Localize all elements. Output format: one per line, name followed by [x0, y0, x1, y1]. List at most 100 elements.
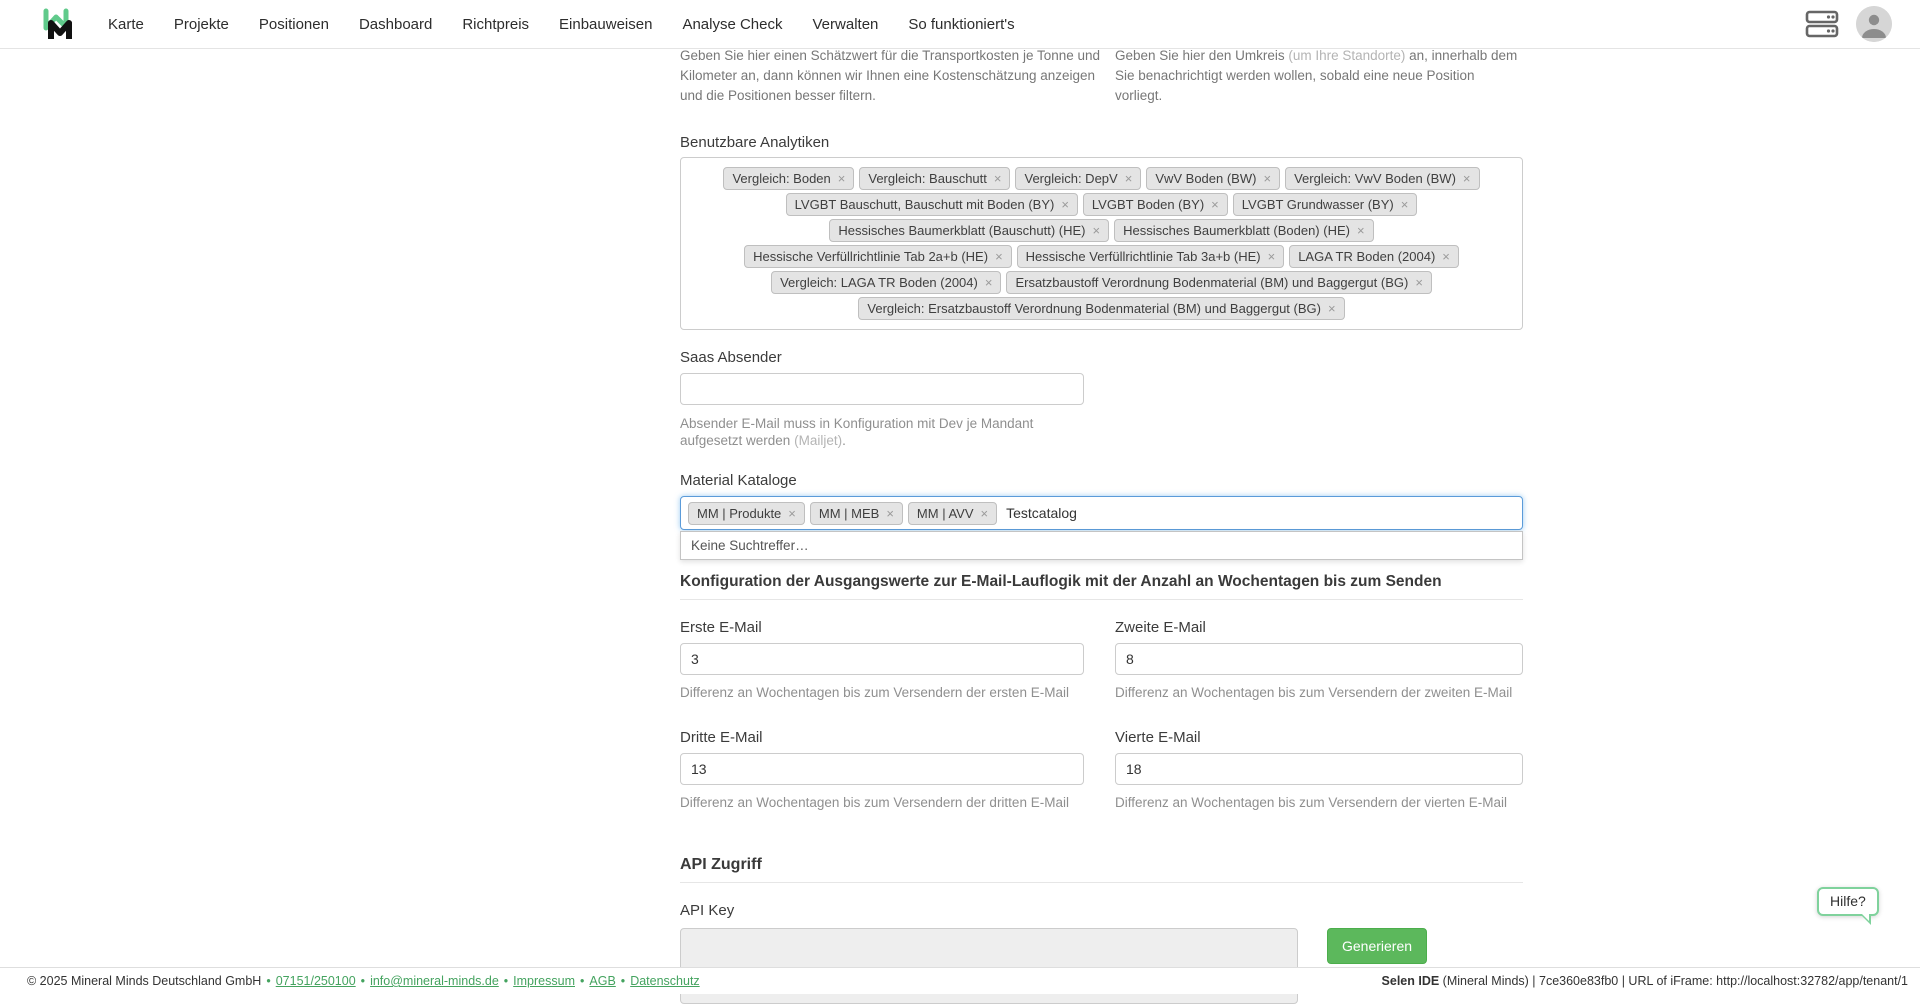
saas-sender-help: Absender E-Mail muss in Konfiguration mi…: [680, 415, 1090, 449]
analytics-label: Benutzbare Analytiken: [680, 134, 1523, 151]
tag-remove-icon[interactable]: ×: [1263, 172, 1271, 185]
tag[interactable]: VwV Boden (BW) ×: [1146, 167, 1280, 190]
footer-link[interactable]: AGB: [589, 974, 615, 988]
tag-row: LVGBT Bauschutt, Bauschutt mit Boden (BY…: [686, 193, 1517, 216]
material-catalogs-input[interactable]: MM | Produkte×MM | MEB×MM | AVV× Testcat…: [680, 496, 1523, 530]
tag-remove-icon[interactable]: ×: [1442, 250, 1450, 263]
tag[interactable]: Vergleich: LAGA TR Boden (2004)×: [771, 271, 1001, 294]
tag[interactable]: LVGBT Bauschutt, Bauschutt mit Boden (BY…: [786, 193, 1078, 216]
email-field-label: Dritte E-Mail: [680, 729, 1084, 746]
email-field-block: Erste E-MailDifferenz an Wochentagen bis…: [680, 619, 1084, 701]
tag[interactable]: LAGA TR Boden (2004)×: [1289, 245, 1459, 268]
footer-left: © 2025 Mineral Minds Deutschland GmbH • 0…: [27, 974, 700, 988]
tag[interactable]: Vergleich: DepV ×: [1015, 167, 1141, 190]
tag-label: VwV Boden (BW): [1155, 171, 1256, 186]
tag-label: LVGBT Boden (BY): [1092, 197, 1204, 212]
tag-label: Vergleich: VwV Boden (BW): [1294, 171, 1456, 186]
email-days-input[interactable]: [680, 643, 1084, 675]
email-days-input[interactable]: [680, 753, 1084, 785]
tag[interactable]: LVGBT Boden (BY) ×: [1083, 193, 1228, 216]
tag-remove-icon[interactable]: ×: [1268, 250, 1276, 263]
tag-label: MM | MEB: [819, 506, 879, 521]
material-search-query[interactable]: Testcatalog: [1006, 505, 1077, 521]
tag-label: Hessische Verfüllrichtlinie Tab 2a+b (HE…: [753, 249, 988, 264]
help-button[interactable]: Hilfe?: [1817, 887, 1879, 916]
tag[interactable]: LVGBT Grundwasser (BY) ×: [1233, 193, 1418, 216]
email-field-block: Vierte E-Mail Differenz an Wochentagen bi…: [1115, 729, 1523, 811]
tag[interactable]: Hessisches Baumerkblatt (Boden) (HE)×: [1114, 219, 1373, 242]
tag-remove-icon[interactable]: ×: [1463, 172, 1471, 185]
tag-remove-icon[interactable]: ×: [1328, 302, 1336, 315]
material-search-dropdown: Keine Suchtreffer…: [680, 531, 1523, 560]
tag[interactable]: Vergleich: Ersatzbaustoff Verordnung Bod…: [858, 297, 1344, 320]
tag-remove-icon[interactable]: ×: [1125, 172, 1133, 185]
nav-item[interactable]: Projekte: [174, 16, 229, 33]
tag[interactable]: Hessische Verfüllrichtlinie Tab 2a+b (HE…: [744, 245, 1012, 268]
footer-separator: •: [580, 974, 584, 988]
email-field-help: Differenz an Wochentagen bis zum Versend…: [1115, 794, 1523, 811]
tag-remove-icon[interactable]: ×: [1211, 198, 1219, 211]
tag-row: Vergleich: Ersatzbaustoff Verordnung Bod…: [686, 297, 1517, 320]
user-avatar-icon[interactable]: [1856, 6, 1892, 42]
radius-help-text: Geben Sie hier den Umkreis (um Ihre Stan…: [1115, 46, 1523, 106]
tag-remove-icon[interactable]: ×: [995, 250, 1003, 263]
nav-item[interactable]: Verwalten: [813, 16, 879, 33]
footer-link[interactable]: 07151/250100: [276, 974, 356, 988]
footer-separator: •: [621, 974, 625, 988]
tag[interactable]: Vergleich: VwV Boden (BW) ×: [1285, 167, 1479, 190]
tag-remove-icon[interactable]: ×: [838, 172, 846, 185]
tag[interactable]: Vergleich: Bauschutt×: [859, 167, 1010, 190]
tag-label: Vergleich: Ersatzbaustoff Verordnung Bod…: [867, 301, 1321, 316]
tag-remove-icon[interactable]: ×: [1357, 224, 1365, 237]
nav-item[interactable]: Einbauweisen: [559, 16, 652, 33]
material-catalogs-label: Material Kataloge: [680, 472, 1523, 489]
email-config-grid: Erste E-MailDifferenz an Wochentagen bis…: [680, 619, 1523, 811]
tag-remove-icon[interactable]: ×: [1415, 276, 1423, 289]
footer-link[interactable]: info@mineral-minds.de: [370, 974, 499, 988]
tag[interactable]: MM | MEB ×: [810, 502, 903, 525]
nav-item[interactable]: Analyse Check: [682, 16, 782, 33]
tag[interactable]: Vergleich: Boden×: [723, 167, 854, 190]
nav-item[interactable]: Karte: [108, 16, 144, 33]
tag-label: LVGBT Grundwasser (BY): [1242, 197, 1394, 212]
server-stack-icon[interactable]: [1804, 9, 1840, 39]
tag-row: Vergleich: Boden×Vergleich: Bauschutt×Ve…: [686, 167, 1517, 190]
tag[interactable]: Ersatzbaustoff Verordnung Bodenmaterial …: [1006, 271, 1431, 294]
nav-item[interactable]: Richtpreis: [462, 16, 529, 33]
tag-remove-icon[interactable]: ×: [886, 507, 894, 520]
tag[interactable]: Hessische Verfüllrichtlinie Tab 3a+b (HE…: [1017, 245, 1285, 268]
footer-link[interactable]: Impressum: [513, 974, 575, 988]
tag[interactable]: Hessisches Baumerkblatt (Bauschutt) (HE)…: [829, 219, 1109, 242]
saas-sender-input[interactable]: [680, 373, 1084, 405]
tag-remove-icon[interactable]: ×: [1061, 198, 1069, 211]
tag-remove-icon[interactable]: ×: [985, 276, 993, 289]
tag[interactable]: MM | Produkte×: [688, 502, 805, 525]
nav-item[interactable]: Positionen: [259, 16, 329, 33]
no-results-message: Keine Suchtreffer…: [681, 532, 1522, 559]
tag-remove-icon[interactable]: ×: [1093, 224, 1101, 237]
tag-remove-icon[interactable]: ×: [994, 172, 1002, 185]
footer-link[interactable]: Datenschutz: [630, 974, 699, 988]
mineral-minds-logo[interactable]: [36, 3, 78, 45]
tag-row: Vergleich: LAGA TR Boden (2004)×Ersatzba…: [686, 271, 1517, 294]
top-navbar: Karte Projekte Positionen Dashboard Richtpre…: [0, 0, 1920, 49]
tag-remove-icon[interactable]: ×: [1401, 198, 1409, 211]
tag-remove-icon[interactable]: ×: [981, 507, 989, 520]
divider: [680, 882, 1523, 883]
email-days-input[interactable]: [1115, 753, 1523, 785]
tag-label: Vergleich: DepV: [1024, 171, 1117, 186]
analytics-multiselect[interactable]: Vergleich: Boden×Vergleich: Bauschutt×Ve…: [680, 157, 1523, 330]
tag-row: Hessisches Baumerkblatt (Bauschutt) (HE)…: [686, 219, 1517, 242]
email-field-help: Differenz an Wochentagen bis zum Versend…: [1115, 684, 1523, 701]
nav-item[interactable]: So funktioniert's: [908, 16, 1014, 33]
email-days-input[interactable]: [1115, 643, 1523, 675]
tag-label: Hessische Verfüllrichtlinie Tab 3a+b (HE…: [1026, 249, 1261, 264]
intro-help-texts: Geben Sie hier einen Schätzwert für die …: [680, 46, 1523, 106]
tag[interactable]: MM | AVV×: [908, 502, 997, 525]
email-field-label: Vierte E-Mail: [1115, 729, 1523, 746]
tag-remove-icon[interactable]: ×: [788, 507, 796, 520]
footer-separator: •: [266, 974, 270, 988]
generate-api-key-button[interactable]: Generieren: [1327, 928, 1427, 964]
copyright-text: © 2025 Mineral Minds Deutschland GmbH: [27, 974, 261, 988]
nav-item[interactable]: Dashboard: [359, 16, 432, 33]
